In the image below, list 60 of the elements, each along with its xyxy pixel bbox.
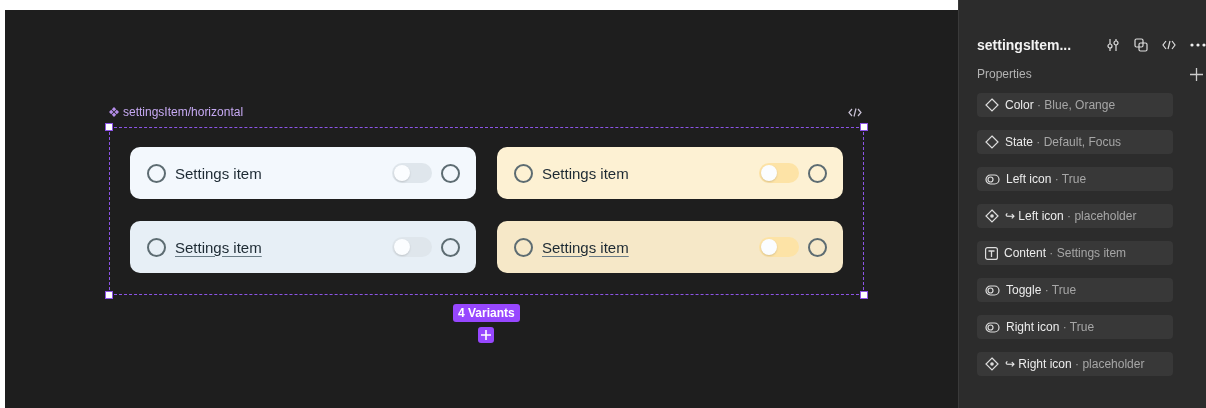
circle-icon bbox=[147, 163, 166, 183]
property-label: Left icon · True bbox=[1006, 172, 1087, 186]
circle-icon bbox=[808, 237, 827, 257]
add-icon[interactable] bbox=[1190, 67, 1203, 81]
frame-name: settingsItem/horizontal bbox=[123, 105, 244, 119]
item-label: Settings item bbox=[542, 238, 630, 256]
settings-item-card[interactable]: Settings item bbox=[497, 147, 843, 199]
component-title: settingsItem... bbox=[977, 37, 1072, 53]
property-label: Color · Blue, Orange bbox=[1005, 98, 1116, 112]
diamond-icon bbox=[985, 98, 999, 112]
item-label: Settings item bbox=[175, 238, 263, 256]
sliders-icon[interactable] bbox=[1106, 38, 1120, 52]
code-icon[interactable] bbox=[1162, 40, 1176, 50]
property-label: Content · Settings item bbox=[1004, 246, 1127, 260]
circle-icon bbox=[441, 163, 460, 183]
settings-item-card[interactable]: Settings item bbox=[130, 147, 476, 199]
property-label: Right icon · True bbox=[1006, 320, 1095, 334]
property-row[interactable]: Right icon · True bbox=[977, 315, 1173, 339]
property-row[interactable]: Left icon · True bbox=[977, 167, 1173, 191]
component-icon bbox=[109, 107, 119, 117]
property-label: ↪ Left icon · placeholder bbox=[1005, 209, 1137, 223]
resize-handle[interactable] bbox=[860, 123, 868, 131]
toggle-switch[interactable] bbox=[392, 163, 432, 183]
property-label: Toggle · True bbox=[1006, 283, 1077, 297]
property-row[interactable]: ↪ Left icon · placeholder bbox=[977, 204, 1173, 228]
add-variant-button[interactable] bbox=[478, 327, 494, 343]
toggle-switch[interactable] bbox=[392, 237, 432, 257]
resize-handle[interactable] bbox=[860, 291, 868, 299]
circle-icon bbox=[514, 163, 533, 183]
toggle-icon bbox=[985, 173, 1000, 185]
property-row[interactable]: Content · Settings item bbox=[977, 241, 1173, 265]
copy-icon[interactable] bbox=[1134, 38, 1148, 52]
settings-item-card[interactable]: Settings item bbox=[497, 221, 843, 273]
toggle-switch[interactable] bbox=[759, 163, 799, 183]
diamond-icon bbox=[985, 135, 999, 149]
circle-icon bbox=[147, 237, 166, 257]
property-row[interactable]: State · Default, Focus bbox=[977, 130, 1173, 154]
settings-item-card[interactable]: Settings item bbox=[130, 221, 476, 273]
property-label: ↪ Right icon · placeholder bbox=[1005, 357, 1145, 371]
circle-icon bbox=[514, 237, 533, 257]
property-row[interactable]: ↪ Right icon · placeholder bbox=[977, 352, 1173, 376]
instance-icon bbox=[985, 357, 999, 371]
toggle-icon bbox=[985, 284, 1000, 296]
property-row[interactable]: Color · Blue, Orange bbox=[977, 93, 1173, 117]
resize-handle[interactable] bbox=[105, 123, 113, 131]
circle-icon bbox=[808, 163, 827, 183]
section-title: Properties bbox=[977, 67, 1032, 81]
text-icon bbox=[985, 246, 998, 260]
property-row[interactable]: Toggle · True bbox=[977, 278, 1173, 302]
toggle-switch[interactable] bbox=[759, 237, 799, 257]
variants-badge: 4 Variants bbox=[453, 304, 520, 322]
item-label: Settings item bbox=[175, 164, 263, 182]
property-label: State · Default, Focus bbox=[1005, 135, 1122, 149]
code-icon[interactable] bbox=[848, 108, 862, 117]
instance-icon bbox=[985, 209, 999, 223]
toggle-icon bbox=[985, 321, 1000, 333]
circle-icon bbox=[441, 237, 460, 257]
item-label: Settings item bbox=[542, 164, 630, 182]
resize-handle[interactable] bbox=[105, 291, 113, 299]
more-icon[interactable] bbox=[1190, 43, 1206, 47]
